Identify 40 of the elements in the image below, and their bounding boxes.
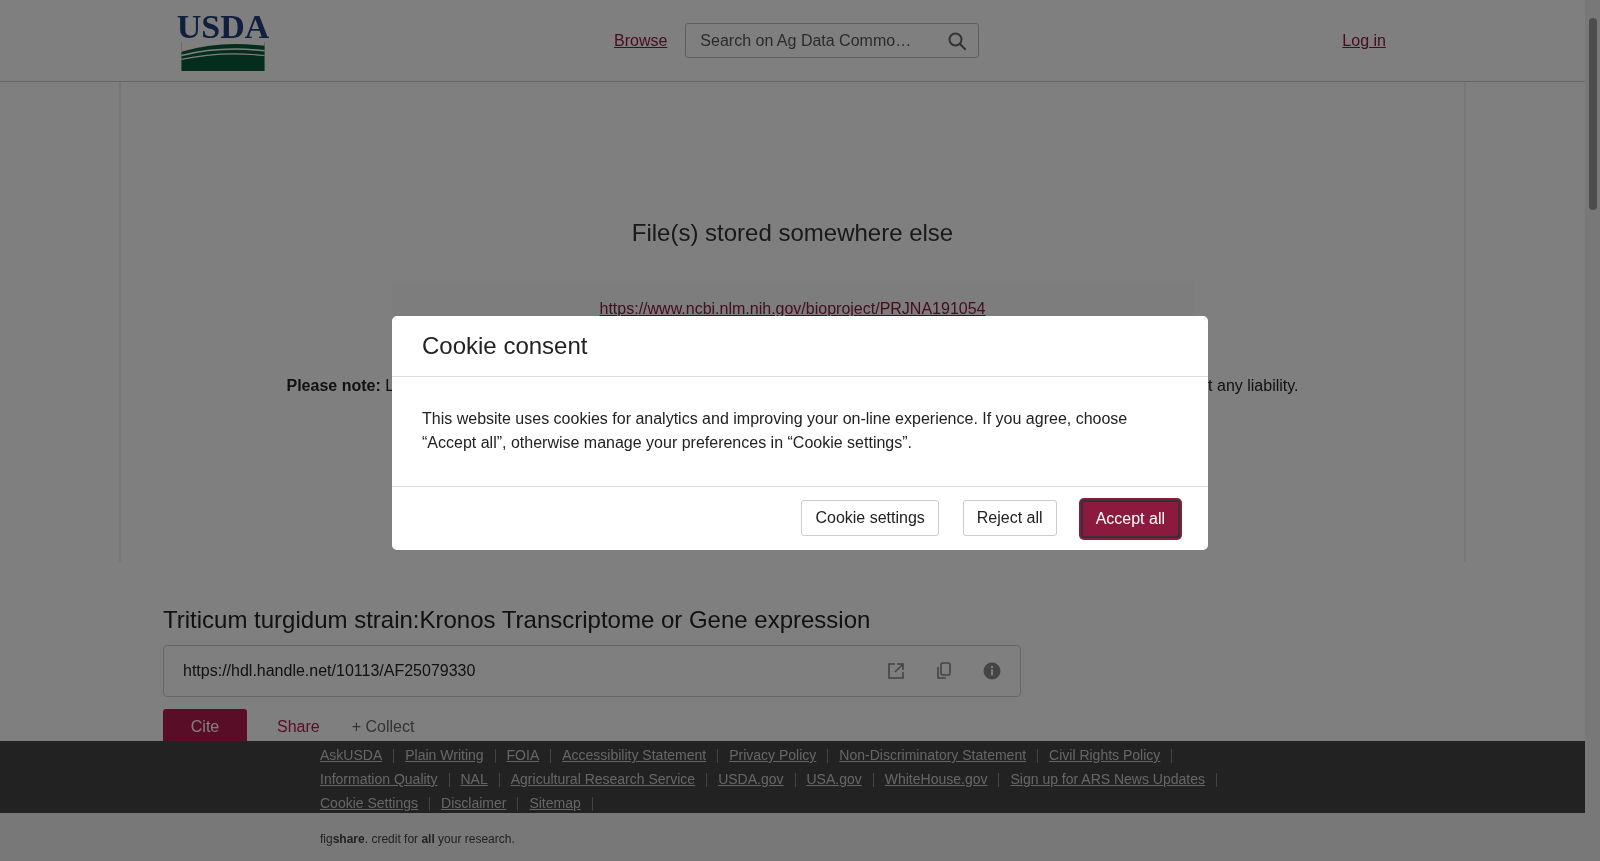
- footer-link[interactable]: Plain Writing: [405, 745, 484, 766]
- cookie-settings-button[interactable]: Cookie settings: [801, 500, 939, 536]
- accept-button[interactable]: Accept all: [1080, 500, 1180, 538]
- footer-link[interactable]: Cookie Settings: [320, 793, 419, 814]
- tagline: figshare. credit for all your research.: [320, 832, 515, 846]
- copy-icon[interactable]: [934, 661, 954, 681]
- reject-button[interactable]: Reject all: [962, 500, 1057, 536]
- footer-link[interactable]: FOIA: [506, 745, 540, 766]
- footer-link[interactable]: NAL: [460, 769, 488, 790]
- handle-url: https://hdl.handle.net/10113/AF25079330: [183, 662, 476, 680]
- footer-link[interactable]: Privacy Policy: [729, 745, 817, 766]
- footer-link[interactable]: Non-Discriminatory Statement: [839, 745, 1027, 766]
- note-text: t any liability.: [1208, 377, 1299, 395]
- dialog-text: This website uses cookies for analytics and improving your on-line experience. If you agree, choose “Accept all”, otherwise manage your preferences in “Cookie settings”.: [422, 409, 1129, 453]
- footer-link[interactable]: AskUSDA: [320, 745, 383, 766]
- footer-link[interactable]: Agricultural Research Service: [510, 769, 696, 790]
- footer-link[interactable]: Sign up for ARS News Updates: [1010, 769, 1205, 790]
- footer-link[interactable]: Sitemap: [529, 793, 581, 814]
- external-link-icon[interactable]: [886, 661, 906, 681]
- info-icon[interactable]: [982, 661, 1002, 681]
- item-title: Triticum turgidum strain:Kronos Transcriptome or Gene expression: [163, 606, 872, 634]
- footer-link[interactable]: Disclaimer: [441, 793, 507, 814]
- preview-title: File(s) stored somewhere else: [631, 219, 954, 247]
- footer-link[interactable]: Accessibility Statement: [562, 745, 707, 766]
- external-link[interactable]: https://www.ncbi.nlm.nih.gov/bioproject/PRJNA191054: [599, 300, 986, 319]
- logo-text[interactable]: USDA: [176, 10, 270, 44]
- footer-link[interactable]: Civil Rights Policy: [1049, 745, 1161, 766]
- dialog-title: Cookie consent: [422, 332, 588, 360]
- search-icon[interactable]: [947, 31, 968, 51]
- footer-link[interactable]: USA.gov: [806, 769, 862, 790]
- footer-link[interactable]: USDA.gov: [718, 769, 784, 790]
- footer-link[interactable]: Information Quality: [320, 769, 438, 790]
- search-field[interactable]: Search on Ag Data Commo…: [685, 23, 980, 58]
- collect-button[interactable]: + Collect: [345, 709, 421, 745]
- login-link[interactable]: Log in: [1342, 31, 1386, 50]
- scrollbar[interactable]: [1585, 0, 1600, 861]
- scrollbar-thumb[interactable]: [1589, 18, 1597, 210]
- browse-link[interactable]: Browse: [614, 31, 668, 50]
- footer-link[interactable]: WhiteHouse.gov: [884, 769, 988, 790]
- share-button[interactable]: Share: [253, 709, 340, 745]
